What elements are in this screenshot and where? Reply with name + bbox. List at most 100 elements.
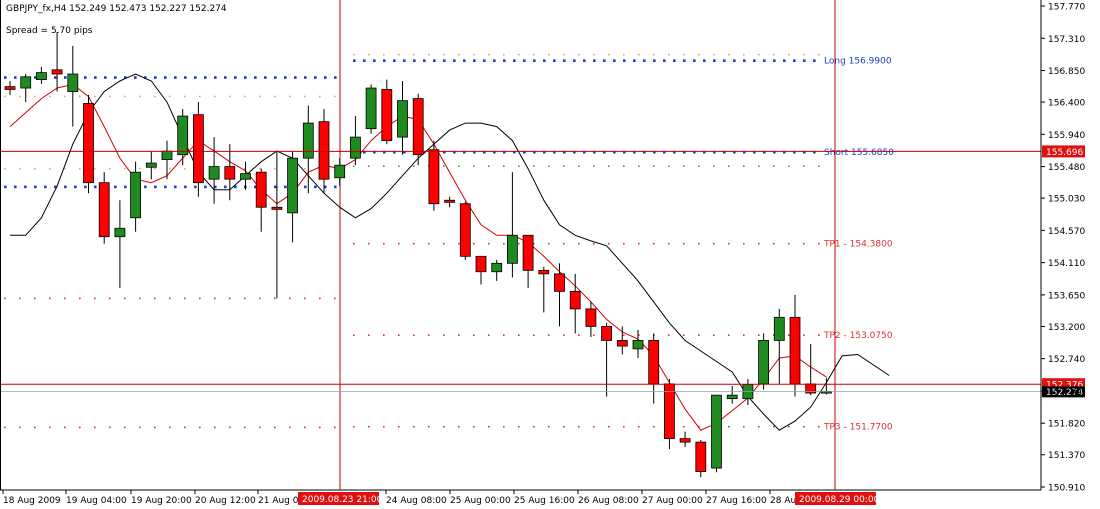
level-dot: [94, 76, 97, 79]
level-dot: [683, 59, 686, 62]
level-dot: [818, 165, 820, 167]
candle-body-bear: [538, 269, 550, 275]
level-dot: [653, 425, 655, 428]
level-dot: [548, 165, 550, 167]
level-dot: [64, 297, 66, 300]
level-dot: [803, 59, 806, 62]
candle[interactable]: [381, 79, 393, 145]
level-dot: [578, 165, 580, 167]
level-dot: [184, 167, 186, 170]
level-dot: [154, 297, 156, 300]
level-dot: [199, 297, 201, 300]
x-tick-label: 19 Aug 20:00: [131, 496, 192, 506]
candle[interactable]: [711, 394, 722, 473]
level-dot: [139, 167, 141, 170]
level-dot: [169, 95, 171, 98]
level-dot: [154, 167, 156, 170]
candle-body-bear: [412, 98, 424, 156]
level-dot: [413, 59, 416, 62]
price-chart[interactable]: Long 156.9900Short 155.6850TP1 - 154.380…: [0, 0, 1100, 509]
level-dot: [713, 59, 716, 62]
level-dot: [304, 95, 306, 98]
candle-body-bear: [428, 149, 440, 205]
level-dot: [668, 165, 670, 167]
x-tick-label: 18 Aug 2009: [3, 496, 61, 506]
candle[interactable]: [664, 379, 675, 450]
y-tick-label: 153.200: [1048, 323, 1085, 333]
level-dot: [319, 95, 321, 98]
level-dot: [204, 76, 207, 79]
candle-body-bear: [98, 182, 110, 238]
level-dot: [194, 76, 197, 79]
level-dot: [334, 297, 336, 300]
y-tick-label: 152.740: [1048, 355, 1085, 365]
level-dot: [633, 59, 636, 62]
level-dot: [214, 297, 216, 300]
level-dot: [758, 242, 760, 245]
level-dot: [44, 185, 47, 189]
candle-body-bull: [758, 340, 769, 385]
level-dot: [728, 53, 730, 56]
level-dot: [503, 53, 505, 56]
level-dot: [19, 167, 21, 170]
level-dot: [274, 426, 276, 429]
candle-body-bull: [145, 162, 157, 168]
candle-body-bull: [397, 100, 408, 138]
level-dot: [593, 165, 595, 167]
level-dot: [548, 425, 550, 428]
level-dot: [64, 185, 67, 189]
level-dot: [174, 185, 177, 189]
level-dot: [458, 53, 460, 56]
level-dot: [264, 76, 267, 79]
level-dot: [79, 167, 81, 170]
level-dot: [803, 425, 805, 428]
level-dot: [473, 53, 475, 56]
candle[interactable]: [695, 440, 707, 478]
candle-body-bear: [51, 69, 63, 75]
level-dot: [503, 334, 505, 336]
level-dot: [713, 242, 715, 245]
level-dot: [84, 76, 87, 79]
level-dot: [19, 426, 21, 429]
level-dot: [593, 53, 595, 56]
candle-body-bear: [224, 166, 236, 180]
level-dot: [703, 59, 706, 62]
candle[interactable]: [365, 84, 377, 134]
level-dot: [488, 53, 490, 56]
level-dot: [319, 426, 321, 429]
candle-body-bull: [349, 136, 361, 159]
level-dot: [653, 59, 656, 62]
y-tick-label: 150.910: [1048, 484, 1085, 494]
candle[interactable]: [758, 333, 769, 390]
level-dot: [334, 76, 337, 79]
level-dot: [458, 165, 460, 167]
candle[interactable]: [98, 172, 110, 244]
level-dot: [353, 59, 356, 62]
level-dot: [563, 165, 565, 167]
level-dot: [773, 165, 775, 167]
level-dot: [613, 59, 616, 62]
level-dot: [503, 425, 505, 428]
level-dot: [518, 165, 520, 167]
level-dot: [79, 95, 81, 98]
level-dot: [428, 242, 430, 245]
level-dot: [304, 297, 306, 300]
level-dot: [713, 334, 715, 336]
candle[interactable]: [412, 93, 424, 166]
level-dot: [533, 165, 535, 167]
x-tick-label: 20 Aug 12:00: [195, 496, 256, 506]
level-dot: [533, 425, 535, 428]
level-dot: [473, 242, 475, 245]
level-dot: [563, 242, 565, 245]
level-dot: [788, 425, 790, 428]
level-dot: [64, 95, 66, 98]
level-dot: [488, 334, 490, 336]
candle[interactable]: [192, 102, 204, 197]
candle[interactable]: [83, 95, 94, 194]
level-dot: [34, 95, 36, 98]
candle[interactable]: [459, 201, 471, 260]
level-dot: [304, 185, 307, 189]
candle-body-bull: [208, 166, 220, 180]
level-dot: [443, 59, 446, 62]
level-dot: [773, 425, 775, 428]
